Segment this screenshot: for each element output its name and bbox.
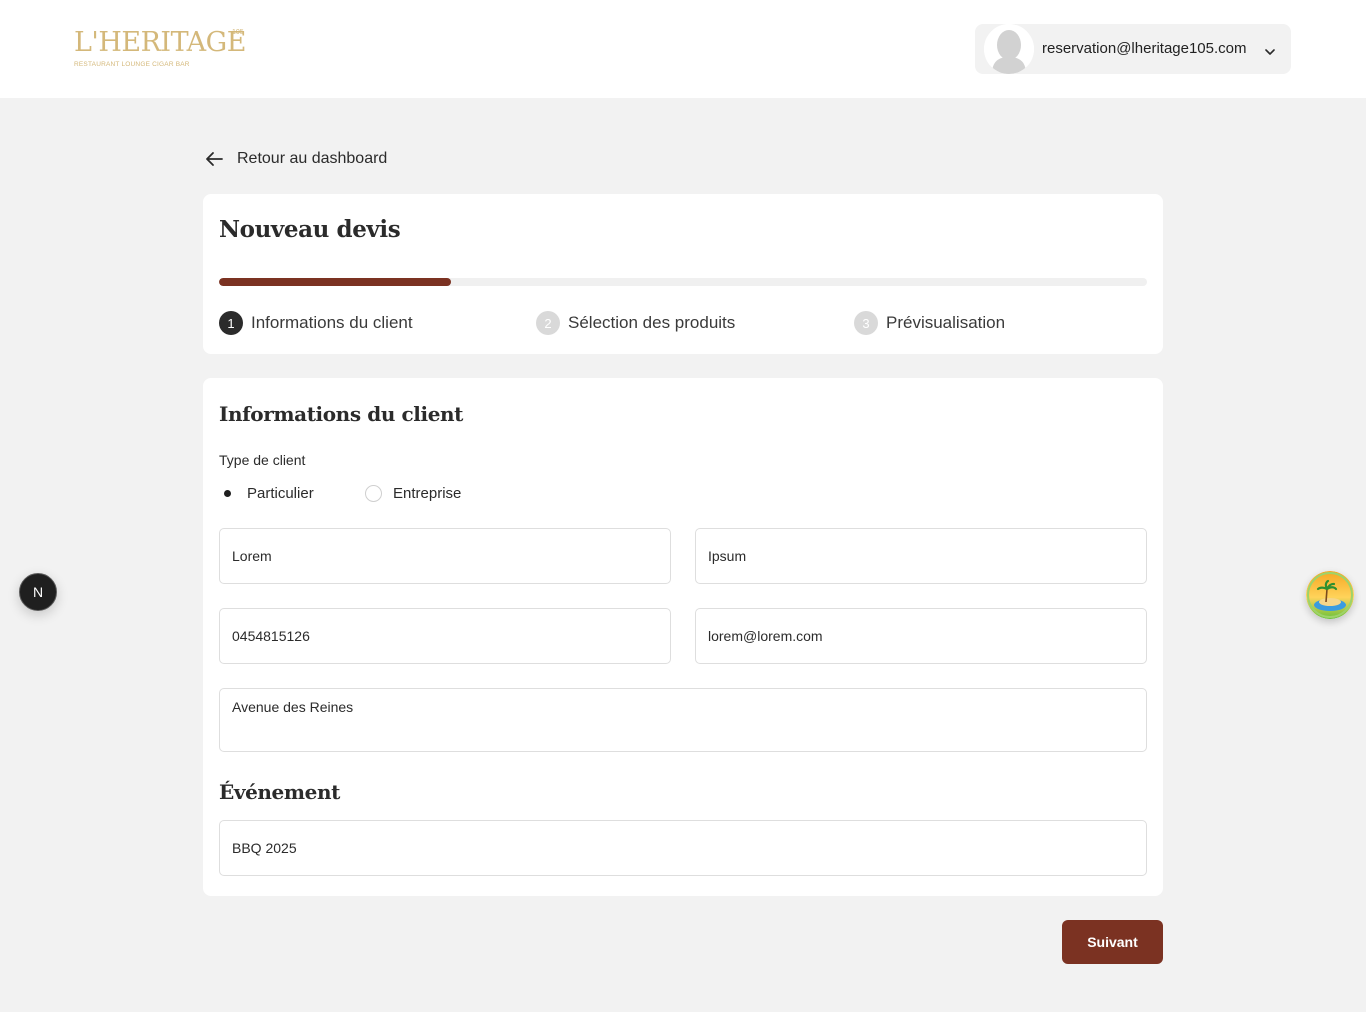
page-title: Nouveau devis xyxy=(219,216,401,243)
step-3[interactable]: 3 Prévisualisation xyxy=(854,311,1005,335)
progress-bar xyxy=(219,278,1147,286)
radio-entreprise-label: Entreprise xyxy=(393,485,462,502)
radio-particulier-dot[interactable] xyxy=(219,485,236,502)
step-3-number: 3 xyxy=(854,311,878,335)
radio-particulier-label: Particulier xyxy=(247,485,314,502)
wizard-card: Nouveau devis 1 Informations du client 2… xyxy=(203,194,1163,354)
radio-particulier[interactable]: Particulier xyxy=(219,485,314,502)
user-email: reservation@lheritage105.com xyxy=(1042,40,1247,57)
logo-superscript: 105 xyxy=(232,29,244,36)
top-bar: L'HERITAGE 105 RESTAURANT LOUNGE CIGAR B… xyxy=(0,0,1366,98)
avatar xyxy=(984,24,1034,74)
logo-tagline: RESTAURANT LOUNGE CIGAR BAR xyxy=(74,61,190,68)
event-name-input[interactable] xyxy=(219,820,1147,876)
logo-wordmark: L'HERITAGE xyxy=(74,27,246,58)
arrow-left-icon xyxy=(206,152,223,166)
client-form-card: Informations du client Type de client Pa… xyxy=(203,378,1163,896)
client-type-label: Type de client xyxy=(219,452,306,468)
user-menu[interactable]: reservation@lheritage105.com xyxy=(975,24,1291,74)
radio-entreprise-dot[interactable] xyxy=(365,485,382,502)
back-to-dashboard-link[interactable]: Retour au dashboard xyxy=(205,146,387,172)
step-1[interactable]: 1 Informations du client xyxy=(219,311,413,335)
email-input[interactable] xyxy=(695,608,1147,664)
last-name-input[interactable] xyxy=(695,528,1147,584)
step-3-label: Prévisualisation xyxy=(886,313,1006,332)
section-title-client: Informations du client xyxy=(219,402,464,426)
radio-entreprise[interactable]: Entreprise xyxy=(365,485,461,502)
step-1-number: 1 xyxy=(219,311,243,335)
step-2-number: 2 xyxy=(536,311,560,335)
chevron-down-icon[interactable] xyxy=(1264,43,1276,62)
user-silhouette-icon xyxy=(984,24,1034,74)
phone-input[interactable] xyxy=(219,608,671,664)
next-button[interactable]: Suivant xyxy=(1062,920,1163,964)
logo[interactable]: L'HERITAGE 105 RESTAURANT LOUNGE CIGAR B… xyxy=(74,27,246,69)
progress-fill xyxy=(219,278,451,286)
back-label: Retour au dashboard xyxy=(237,150,388,167)
first-name-input[interactable] xyxy=(219,528,671,584)
n-badge-button[interactable]: N xyxy=(19,573,57,611)
section-title-event: Événement xyxy=(219,780,340,804)
step-2-label: Sélection des produits xyxy=(568,313,736,332)
island-widget-icon[interactable] xyxy=(1306,571,1354,619)
address-textarea[interactable]: Avenue des Reines xyxy=(219,688,1147,752)
step-2[interactable]: 2 Sélection des produits xyxy=(536,311,735,335)
step-1-label: Informations du client xyxy=(251,313,413,332)
